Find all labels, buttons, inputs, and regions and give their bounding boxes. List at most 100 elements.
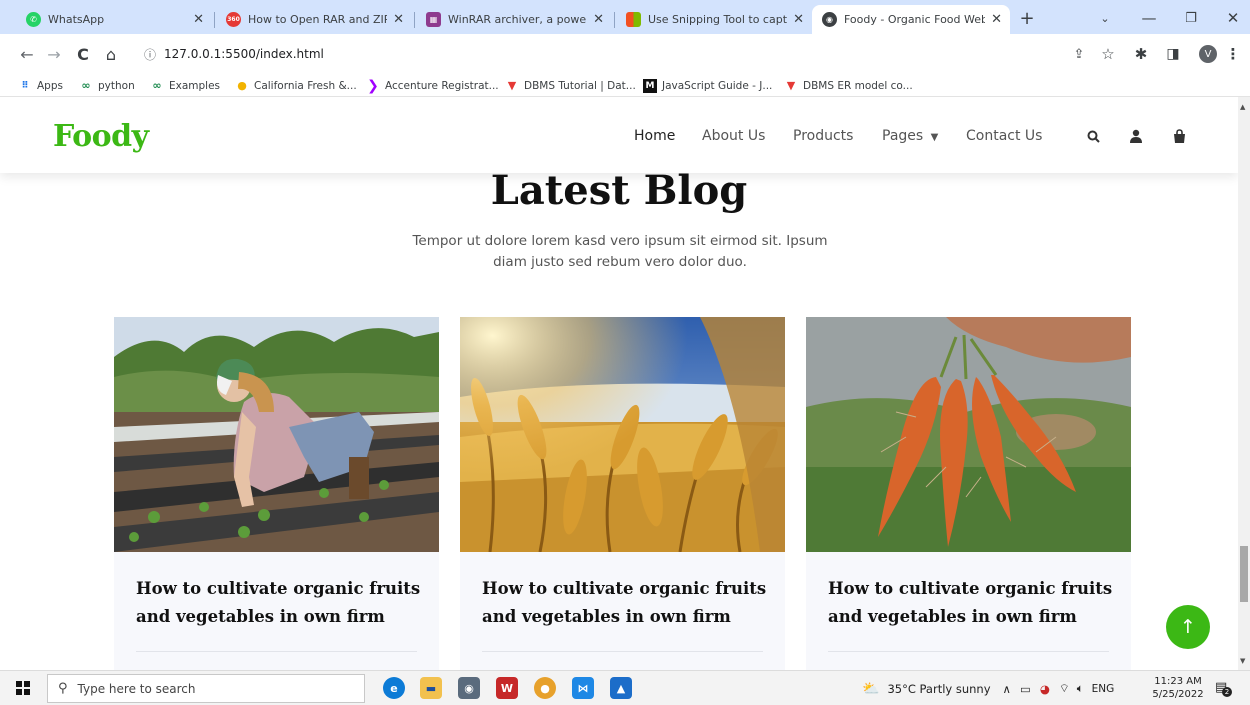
card-divider (828, 651, 1109, 652)
new-tab-plus-icon[interactable]: + (1016, 7, 1038, 29)
arrow-up-icon: ↑ (1180, 616, 1196, 638)
site-info-icon[interactable]: ⓘ (144, 46, 156, 63)
site-navbar: Foody Home About Us Products Pages ▼ Con… (0, 97, 1238, 173)
globe-icon: ◉ (822, 12, 837, 27)
search-icon: ⚲ (58, 681, 68, 696)
photos-app-icon[interactable]: ▲ (610, 677, 632, 699)
search-icon[interactable] (1084, 127, 1102, 145)
winrar-app-icon[interactable]: W (496, 677, 518, 699)
blog-card[interactable]: How to cultivate organic fruits and vege… (460, 317, 785, 670)
nav-about-us[interactable]: About Us (702, 128, 765, 144)
tab-separator (614, 12, 615, 28)
nav-pages-label: Pages (882, 128, 924, 144)
scroll-down-arrow-icon[interactable]: ▼ (1240, 657, 1245, 665)
browser-tab-strip: ✆ WhatsApp ✕ 360 How to Open RAR and ZIP… (0, 0, 1250, 34)
microsoft-icon (626, 12, 641, 27)
close-tab-icon[interactable]: ✕ (193, 12, 204, 27)
home-icon[interactable]: ⌂ (100, 43, 122, 65)
geeks-logo-icon: ∞ (152, 79, 162, 92)
share-icon[interactable]: ⇪ (1068, 43, 1090, 65)
bookmark-examples[interactable]: ∞ Examples (150, 76, 220, 95)
extensions-puzzle-icon[interactable]: ✱ (1130, 43, 1152, 65)
notification-center-icon[interactable]: ▤ 2 (1215, 680, 1232, 697)
close-tab-icon[interactable]: ✕ (793, 12, 804, 27)
bookmark-star-icon[interactable]: ☆ (1097, 43, 1119, 65)
apps-grid-icon: ⠿ (21, 80, 29, 91)
address-url[interactable]: 127.0.0.1:5500/index.html (164, 47, 324, 61)
blog-image-carrots[interactable] (806, 317, 1131, 552)
nav-pages[interactable]: Pages ▼ (882, 128, 938, 144)
tab-rar-guide[interactable]: 360 How to Open RAR and ZIP Fi ✕ (216, 5, 412, 34)
blog-post-title[interactable]: How to cultivate organic fruits and vege… (136, 575, 426, 631)
keyboard-icon[interactable]: ▭ (1020, 682, 1031, 696)
windows-start-icon[interactable] (16, 681, 30, 695)
wifi-icon[interactable]: ⌔ (1059, 681, 1070, 696)
weather-icon[interactable]: ⛅ (862, 681, 879, 697)
bookmark-accenture[interactable]: ❯ Accenture Registrat... (366, 76, 499, 95)
bookmark-dbms-er-model[interactable]: ▼ DBMS ER model co... (784, 76, 913, 95)
bookmark-javascript-guide[interactable]: M JavaScript Guide - J... (643, 76, 772, 95)
tab-winrar[interactable]: ▦ WinRAR archiver, a powerful ✕ (416, 5, 612, 34)
taskbar-search-box[interactable]: ⚲ Type here to search (47, 674, 365, 703)
edge-icon[interactable]: e (383, 677, 405, 699)
tray-chevron-up-icon[interactable]: ∧ (1003, 682, 1011, 696)
back-arrow-icon[interactable]: ← (16, 43, 38, 65)
bookmark-apps[interactable]: ⠿ Apps (18, 76, 63, 95)
address-bar[interactable]: ⓘ 127.0.0.1:5500/index.html (134, 39, 1094, 69)
taskbar-clock[interactable]: 11:23 AM 5/25/2022 (1150, 675, 1206, 701)
blog-image-wheat[interactable] (460, 317, 785, 552)
volume-icon[interactable]: 🔈︎ (1077, 681, 1084, 696)
nav-contact-us[interactable]: Contact Us (966, 128, 1042, 144)
clock-date: 5/25/2022 (1152, 689, 1204, 700)
reload-icon[interactable]: C (72, 43, 94, 65)
brand-logo[interactable]: Foody (53, 119, 149, 154)
forward-arrow-icon[interactable]: → (43, 43, 65, 65)
chevron-down-icon: ▼ (930, 132, 939, 143)
vscode-icon[interactable]: ⋈ (572, 677, 594, 699)
window-close-icon[interactable]: ✕ (1222, 7, 1244, 29)
page-viewport: Foody Home About Us Products Pages ▼ Con… (0, 97, 1238, 670)
close-tab-icon[interactable]: ✕ (593, 12, 604, 27)
bookmark-california-fresh[interactable]: ● California Fresh &... (235, 76, 357, 95)
close-tab-icon[interactable]: ✕ (991, 12, 1002, 27)
card-divider (136, 651, 417, 652)
bookmark-python[interactable]: ∞ python (79, 76, 134, 95)
side-panel-icon[interactable]: ◨ (1162, 43, 1184, 65)
tutorial-site-icon: ▼ (786, 79, 796, 92)
scrollbar-thumb[interactable] (1240, 546, 1248, 602)
close-tab-icon[interactable]: ✕ (393, 12, 404, 27)
restore-icon[interactable]: ❐ (1180, 7, 1202, 29)
user-icon[interactable] (1127, 127, 1145, 145)
profile-avatar[interactable]: V (1199, 45, 1217, 63)
network-status-icon[interactable]: ◕ (1040, 682, 1050, 696)
card-divider (482, 651, 763, 652)
blog-card[interactable]: How to cultivate organic fruits and vege… (114, 317, 439, 670)
tab-snipping-tool[interactable]: Use Snipping Tool to capture ✕ (616, 5, 812, 34)
windows-taskbar: ⚲ Type here to search e ▬ ◉ W ● ⋈ ▲ ⛅ 35… (0, 670, 1250, 705)
back-to-top-button[interactable]: ↑ (1166, 605, 1210, 649)
weather-text[interactable]: 35°C Partly sunny (887, 682, 990, 696)
scroll-up-arrow-icon[interactable]: ▲ (1240, 103, 1245, 111)
input-language[interactable]: ENG (1092, 683, 1115, 695)
blog-card[interactable]: How to cultivate organic fruits and vege… (806, 317, 1131, 670)
clock-time: 11:23 AM (1154, 676, 1202, 687)
blog-image-farmer[interactable] (114, 317, 439, 552)
tab-foody[interactable]: ◉ Foody - Organic Food Websi ✕ (812, 5, 1010, 34)
page-scrollbar[interactable]: ▲ ▼ (1238, 97, 1250, 670)
chrome-icon[interactable]: ● (534, 677, 556, 699)
blog-post-title[interactable]: How to cultivate organic fruits and vege… (482, 575, 772, 631)
tab-whatsapp[interactable]: ✆ WhatsApp ✕ (16, 5, 212, 34)
tab-separator (214, 12, 215, 28)
file-explorer-icon[interactable]: ▬ (420, 677, 442, 699)
section-subtitle: Tempor ut dolore lorem kasd vero ipsum s… (412, 233, 828, 270)
camera-app-icon[interactable]: ◉ (458, 677, 480, 699)
browser-menu-icon[interactable]: ⋮ (1222, 43, 1244, 65)
bookmark-dbms-tutorial[interactable]: ▼ DBMS Tutorial | Dat... (505, 76, 636, 95)
minimize-icon[interactable]: — (1138, 7, 1160, 29)
blog-post-title[interactable]: How to cultivate organic fruits and vege… (828, 575, 1118, 631)
shopping-bag-icon[interactable] (1170, 127, 1188, 145)
browser-toolbar: ← → C ⌂ ⓘ 127.0.0.1:5500/index.html ⇪ ☆ … (0, 34, 1250, 74)
tab-search-chevron-icon[interactable]: ⌄ (1094, 7, 1116, 29)
nav-home[interactable]: Home (634, 128, 675, 144)
nav-products[interactable]: Products (793, 128, 853, 144)
